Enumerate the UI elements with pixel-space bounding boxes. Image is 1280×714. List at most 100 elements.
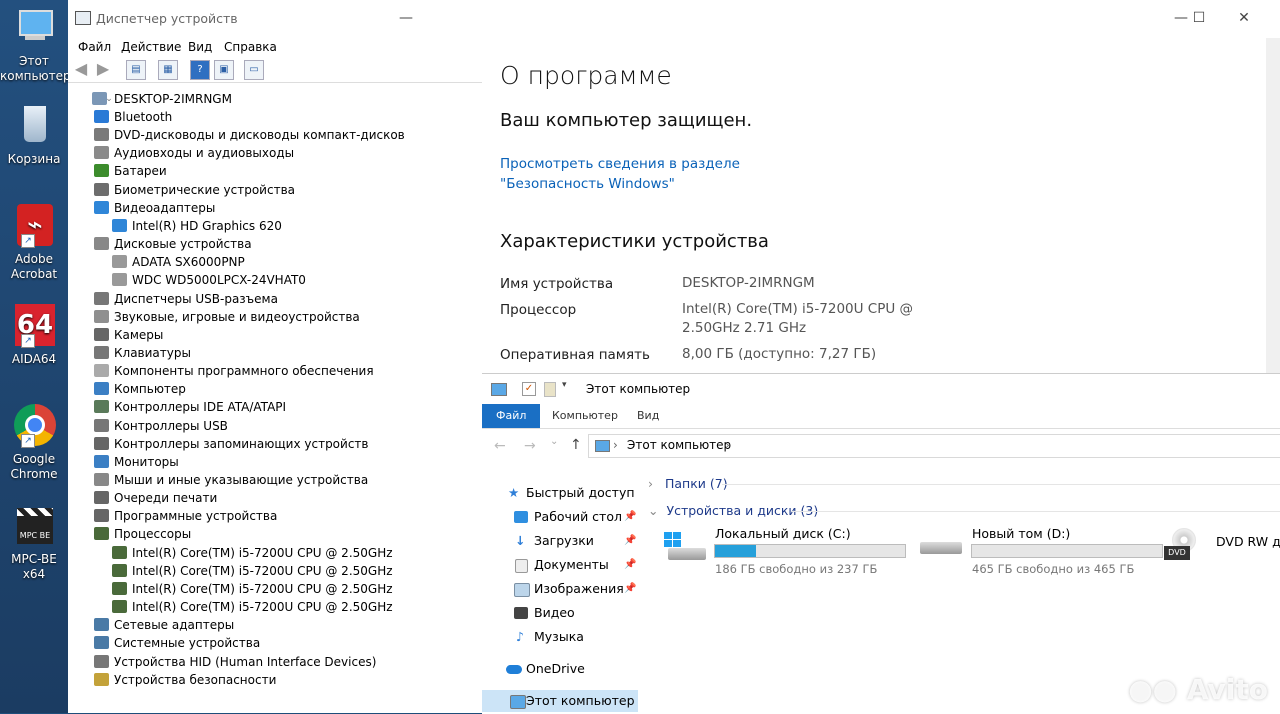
back-arrow-icon[interactable]: ← [494, 438, 506, 454]
menu-file[interactable]: Файл [78, 40, 111, 54]
this-pc-icon [595, 440, 610, 452]
drive-dvd[interactable]: DVD DVD RW д [1160, 520, 1280, 580]
minimize-button[interactable]: — [1171, 8, 1191, 28]
device-manager-titlebar[interactable]: Диспетчер устройств — [68, 0, 482, 38]
desktop-icon-this-pc[interactable]: Этот компьютер [0, 6, 71, 84]
tree-label: Intel(R) Core(TM) i5-7200U CPU @ 2.50GHz [132, 545, 393, 560]
new-folder-icon[interactable] [544, 382, 556, 397]
spec-key: Оперативная память [500, 347, 650, 363]
tab-view[interactable]: Вид [637, 404, 659, 428]
page-title: О программе [500, 61, 672, 90]
menu-help[interactable]: Справка [224, 40, 277, 54]
device-category-icon [94, 237, 109, 251]
drive-d[interactable]: Новый том (D:) 465 ГБ свободно из 465 ГБ [900, 520, 1163, 580]
tree-label: Батареи [114, 164, 167, 179]
tree-label: Очереди печати [114, 491, 218, 506]
nav-label: Видео [534, 605, 575, 620]
tree-label: Компьютер [114, 382, 186, 397]
device-category-icon [94, 672, 109, 686]
device-manager-window: Диспетчер устройств — Файл Действие Вид … [68, 0, 483, 713]
this-pc-icon [510, 695, 526, 709]
pin-icon[interactable]: 📌 [624, 554, 636, 576]
device-category-icon [94, 327, 109, 341]
desktop-icon-aida64[interactable]: 64 ↗ AIDA64 [0, 304, 68, 367]
hard-drive-icon [920, 542, 962, 554]
drive-free-space: 186 ГБ свободно из 237 ГБ [715, 562, 878, 576]
tab-computer[interactable]: Компьютер [552, 404, 618, 428]
help-icon[interactable]: ? [190, 60, 210, 80]
properties-check-icon[interactable]: ✓ [522, 382, 536, 396]
spec-value: DESKTOP-2IMRNGM [682, 275, 815, 291]
device-category-icon [94, 128, 109, 142]
scrollbar[interactable] [1266, 38, 1280, 373]
monitor-icon[interactable]: ▭ [244, 60, 264, 80]
device-category-icon [94, 146, 109, 160]
qat-dropdown-icon[interactable]: ▾ [562, 380, 567, 390]
device-category-icon [112, 600, 127, 614]
desktop-icon-recycle-bin[interactable]: Корзина [0, 104, 68, 167]
aida64-icon: 64 ↗ [11, 304, 57, 348]
menu-view[interactable]: Вид [188, 40, 212, 54]
folders-group[interactable]: › Папки (7) [648, 476, 728, 491]
tree-label: Сетевые адаптеры [114, 618, 235, 633]
maximize-button[interactable]: ☐ [1189, 8, 1209, 28]
tree-label: Биометрические устройства [114, 182, 295, 197]
device-category-icon [112, 545, 127, 559]
spec-key: Имя устройства [500, 276, 614, 292]
desktop-icon-label: Google Chrome [10, 452, 58, 481]
close-button[interactable]: ✕ [1234, 8, 1254, 28]
device-category-icon [94, 473, 109, 486]
device-category-icon [112, 255, 127, 269]
pin-icon[interactable]: 📌 [624, 578, 636, 600]
back-arrow-icon[interactable]: ◀ [72, 60, 90, 78]
music-note-icon: ♪ [516, 629, 524, 644]
tree-root-label: DESKTOP-2IMRNGM [114, 92, 232, 106]
security-link[interactable]: Просмотреть сведения в разделе "Безопасн… [500, 154, 840, 194]
tree-label: Мониторы [114, 454, 179, 469]
forward-arrow-icon[interactable]: → [524, 438, 536, 454]
breadcrumb-chevron-icon[interactable]: › [725, 438, 730, 452]
breadcrumb[interactable]: Этот компьютер [627, 438, 731, 452]
avito-watermark: ●● Avito [1128, 673, 1268, 706]
drive-c[interactable]: Локальный диск (C:) 186 ГБ свободно из 2… [642, 520, 906, 580]
device-category-icon [94, 527, 109, 541]
tree-label: Контроллеры запоминающих устройств [114, 436, 369, 451]
tree-label: Диспетчеры USB-разъема [114, 291, 278, 306]
desktop-icon-adobe-acrobat[interactable]: ⌁ ↗ Adobe Acrobat [0, 204, 68, 282]
dvd-drive-icon: DVD [1164, 528, 1200, 564]
cloud-icon [506, 665, 522, 674]
tree-label: Системные устройства [114, 636, 261, 651]
pin-icon[interactable]: 📌 [624, 530, 636, 552]
tree-label: Intel(R) Core(TM) i5-7200U CPU @ 2.50GHz [132, 563, 393, 578]
pin-icon[interactable]: 📌 [624, 506, 636, 528]
device-category-icon [112, 218, 127, 232]
update-driver-icon[interactable]: ▦ [158, 60, 178, 80]
tree-label: ADATA SX6000PNP [132, 255, 245, 270]
tree-label: Устройства HID (Human Interface Devices) [114, 654, 377, 669]
device-category-icon [94, 309, 109, 323]
nav-label: Музыка [534, 629, 584, 644]
nav-label: Загрузки [534, 533, 594, 548]
menu-action[interactable]: Действие [121, 40, 181, 54]
properties-icon[interactable]: ▤ [126, 60, 146, 80]
address-bar: ← → ⌄ ↑ › Этот компьютер › [482, 432, 1280, 460]
address-field[interactable]: › Этот компьютер › [588, 434, 1280, 458]
explorer-title: Этот компьютер [586, 382, 691, 396]
up-arrow-icon[interactable]: ↑ [570, 437, 582, 453]
star-icon: ★ [508, 485, 520, 500]
tree-label: Компоненты программного обеспечения [114, 364, 374, 379]
tab-file[interactable]: Файл [482, 404, 541, 428]
scan-icon[interactable]: ▣ [214, 60, 234, 80]
computer-icon [92, 92, 107, 105]
desktop-icon-google-chrome[interactable]: ↗ Google Chrome [0, 404, 68, 482]
recent-dropdown-icon[interactable]: ⌄ [550, 436, 558, 447]
shortcut-arrow-icon: ↗ [21, 334, 35, 348]
desktop-icon-mpc-be[interactable]: MPC BE MPC-BE x64 [0, 504, 68, 582]
forward-arrow-icon[interactable]: ▶ [94, 60, 112, 78]
download-arrow-icon: ↓ [515, 533, 526, 548]
nav-this-pc[interactable]: Этот компьютер [482, 690, 638, 712]
device-category-icon [94, 164, 109, 178]
nav-label: Изображения [534, 581, 624, 596]
computer-icon [11, 6, 57, 50]
desktop-icon-label: Корзина [7, 152, 61, 166]
